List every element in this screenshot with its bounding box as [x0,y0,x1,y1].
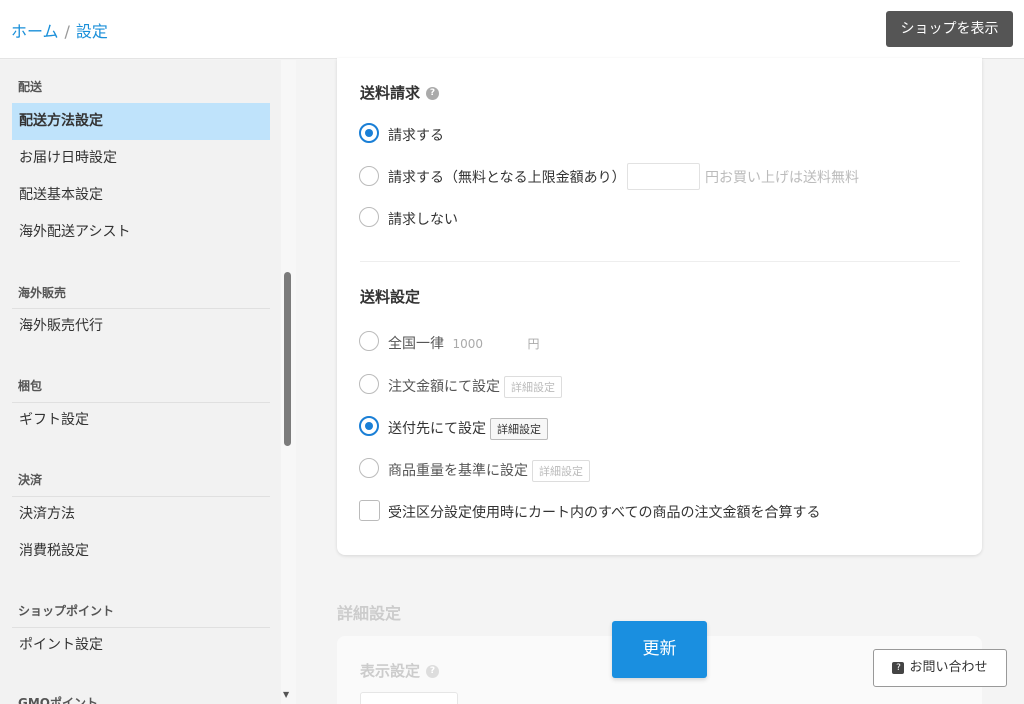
sidebar-heading-shipping: 配送 [18,80,43,94]
billing-option-no-charge-label: 請求しない [388,212,458,228]
display-settings-title: 表示設定? [360,660,440,681]
destination-text: 送付先にて設定 [388,421,486,437]
sidebar-item-overseas-agency[interactable]: 海外販売代行 [12,308,270,345]
shipping-radio-flat[interactable] [359,331,379,351]
flat-rate-value: 1000 [452,337,483,351]
shipping-option-weight-label: 商品重量を基準に設定 詳細設定 [388,460,590,482]
shipping-section-title: 送料設定 [360,288,421,306]
sidebar-item-shipping-basic[interactable]: 配送基本設定 [12,177,270,214]
sidebar-heading-packaging: 梱包 [18,379,43,393]
contact-label: お問い合わせ [909,660,988,675]
update-button[interactable]: 更新 [612,621,707,678]
view-shop-button[interactable]: ショップを表示 [886,11,1013,47]
breadcrumb-current[interactable]: 設定 [76,22,108,41]
sidebar-item-payment-method[interactable]: 決済方法 [12,496,270,533]
shipping-option-order-amount-label: 注文金額にて設定 詳細設定 [388,376,562,398]
sidebar-item-overseas-assist[interactable]: 海外配送アシスト [12,214,270,251]
sidebar-item-gift[interactable]: ギフト設定 [12,402,270,439]
order-amount-detail-button[interactable]: 詳細設定 [504,376,562,398]
free-shipping-suffix: 円お買い上げは送料無料 [705,170,859,186]
help-icon[interactable]: ? [426,665,440,678]
weight-text: 商品重量を基準に設定 [388,463,528,479]
help-icon[interactable]: ? [426,87,440,100]
combine-order-checkbox[interactable] [359,500,380,521]
shipping-radio-destination[interactable] [359,416,379,436]
shipping-option-flat-label: 全国一律 1000 円 [388,333,539,353]
combine-order-label: 受注区分設定使用時にカート内のすべての商品の注文金額を合算する [388,505,821,521]
destination-detail-button[interactable]: 詳細設定 [490,418,548,440]
sidebar-item-delivery-time[interactable]: お届け日時設定 [12,140,270,177]
weight-detail-button[interactable]: 詳細設定 [532,460,590,482]
scrollbar-thumb[interactable] [284,272,291,446]
display-setting-select[interactable] [360,692,458,704]
sidebar: 配送 配送方法設定 お届け日時設定 配送基本設定 海外配送アシスト 海外販売 海… [0,60,281,704]
flat-rate-text: 全国一律 [388,336,444,352]
question-icon: ? [892,661,905,674]
scroll-down-arrow-icon[interactable]: ▼ [283,690,289,699]
billing-title-text: 送料請求 [360,84,421,102]
detail-section-title: 詳細設定 [337,604,402,623]
sidebar-item-tax[interactable]: 消費税設定 [12,533,270,570]
sidebar-item-shipping-method[interactable]: 配送方法設定 [12,103,270,140]
sidebar-heading-payment: 決済 [18,473,43,487]
billing-radio-charge-limit[interactable] [359,166,379,186]
breadcrumb-home[interactable]: ホーム [11,22,59,41]
billing-radio-charge[interactable] [359,123,379,143]
sidebar-heading-shop-points: ショップポイント [18,604,115,618]
billing-radio-no-charge[interactable] [359,207,379,227]
billing-option-charge-label: 請求する [388,128,444,144]
breadcrumb: ホーム / 設定 [11,18,108,42]
sidebar-heading-gmo-points: GMOポイント [18,696,98,704]
display-title-text: 表示設定 [360,662,421,680]
order-amount-text: 注文金額にて設定 [388,379,500,395]
free-shipping-threshold-input[interactable] [627,163,700,190]
shipping-radio-weight[interactable] [359,458,379,478]
billing-section-title: 送料請求? [360,82,440,103]
sidebar-heading-overseas-sales: 海外販売 [18,286,67,300]
shipping-radio-order-amount[interactable] [359,374,379,394]
sidebar-item-points[interactable]: ポイント設定 [12,627,270,664]
shipping-option-destination-label: 送付先にて設定 詳細設定 [388,418,548,440]
breadcrumb-separator: / [64,22,70,41]
contact-button[interactable]: ? お問い合わせ [873,649,1007,687]
billing-option-charge-limit-label: 請求する（無料となる上限金額あり） [388,170,626,186]
top-header: ホーム / 設定 ショップを表示 [0,0,1024,59]
section-divider [360,261,960,262]
flat-rate-unit: 円 [527,337,540,351]
